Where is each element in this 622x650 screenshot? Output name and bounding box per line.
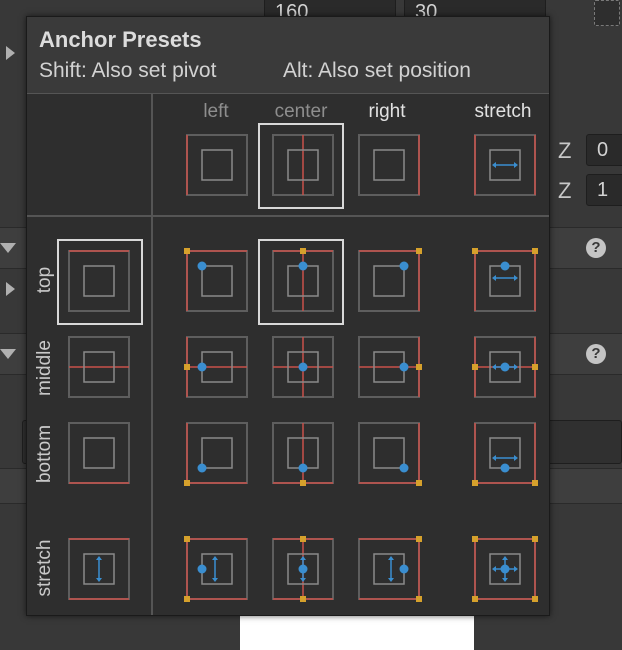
row-label-bottom: bottom — [34, 424, 55, 484]
preset-stretch-right[interactable] — [357, 536, 422, 602]
anchor-preset-icon — [272, 422, 334, 486]
preset-stretch-only[interactable] — [473, 133, 537, 197]
popup-header: Anchor Presets Shift: Also set pivot Alt… — [27, 17, 549, 93]
row-label-stretch: stretch — [34, 539, 55, 597]
preset-top-center[interactable] — [271, 248, 335, 313]
divider — [27, 93, 549, 94]
help-icon[interactable]: ? — [586, 238, 606, 258]
column-label-right: right — [368, 101, 406, 122]
z-field-scale[interactable]: 1 — [586, 174, 622, 206]
preset-top-only[interactable] — [67, 249, 131, 313]
help-icon[interactable]: ? — [586, 344, 606, 364]
anchor-preset-icon — [184, 336, 248, 398]
preview-canvas — [240, 616, 474, 650]
anchor-preset-icon — [358, 536, 422, 602]
preset-stretch-only[interactable] — [67, 537, 131, 601]
preset-left-only[interactable] — [185, 133, 249, 197]
anchor-preset-icon — [68, 538, 130, 600]
preset-middle-left[interactable] — [184, 335, 249, 399]
anchor-preset-icon — [184, 536, 248, 602]
anchor-preset-icon — [358, 248, 422, 312]
divider — [27, 215, 549, 217]
shift-hint: Shift: Also set pivot — [39, 59, 217, 82]
preset-top-stretch[interactable] — [472, 248, 538, 313]
anchor-preset-icon — [68, 336, 130, 398]
preset-stretch-left[interactable] — [184, 536, 249, 602]
anchor-preset-icon — [358, 422, 422, 486]
anchor-preset-icon — [472, 536, 538, 602]
anchor-preset-icon — [68, 250, 130, 312]
anchor-preset-icon — [358, 336, 422, 398]
expand-arrow-icon[interactable] — [6, 282, 15, 296]
preset-middle-only[interactable] — [67, 335, 131, 399]
column-label-center: center — [274, 101, 328, 122]
column-label-left: left — [203, 101, 229, 122]
anchor-preset-icon — [472, 248, 538, 312]
anchor-preset-icon — [184, 248, 248, 312]
column-label-stretch: stretch — [474, 101, 532, 122]
preset-bottom-stretch[interactable] — [472, 421, 538, 486]
anchor-presets-popup: Anchor Presets Shift: Also set pivot Alt… — [26, 16, 550, 616]
preset-right-only[interactable] — [357, 133, 421, 197]
anchor-preset-icon — [472, 336, 538, 398]
preset-middle-center[interactable] — [271, 335, 335, 399]
blueprint-mode-button[interactable] — [594, 0, 620, 26]
preset-top-right[interactable] — [357, 248, 422, 313]
anchor-preset-icon — [358, 134, 420, 196]
preset-bottom-center[interactable] — [271, 421, 335, 486]
divider — [151, 93, 153, 615]
anchor-preset-icon — [474, 134, 536, 196]
preset-bottom-only[interactable] — [67, 421, 131, 485]
expand-arrow-icon[interactable] — [6, 46, 15, 60]
anchor-preset-icon — [272, 536, 334, 602]
foldout-arrow-icon[interactable] — [0, 349, 16, 359]
anchor-preset-icon — [272, 134, 334, 196]
preset-center-only[interactable] — [271, 133, 335, 197]
preset-middle-right[interactable] — [357, 335, 422, 399]
preset-stretch-stretch[interactable] — [472, 536, 538, 602]
foldout-arrow-icon[interactable] — [0, 243, 16, 253]
anchor-preset-icon — [68, 422, 130, 484]
anchor-preset-icon — [186, 134, 248, 196]
alt-hint: Alt: Also set position — [283, 59, 471, 82]
z-field-position[interactable]: 0 — [586, 134, 622, 166]
preset-bottom-right[interactable] — [357, 421, 422, 486]
preset-middle-stretch[interactable] — [472, 335, 538, 399]
popup-title: Anchor Presets — [39, 27, 202, 52]
z-label: Z — [558, 138, 572, 163]
z-label: Z — [558, 178, 572, 203]
preset-top-left[interactable] — [184, 248, 249, 313]
anchor-preset-icon — [272, 336, 334, 398]
anchor-preset-icon — [184, 422, 248, 486]
preset-bottom-left[interactable] — [184, 421, 249, 486]
preset-stretch-center[interactable] — [271, 536, 335, 602]
anchor-preset-icon — [472, 422, 538, 486]
anchor-preset-icon — [272, 248, 334, 312]
